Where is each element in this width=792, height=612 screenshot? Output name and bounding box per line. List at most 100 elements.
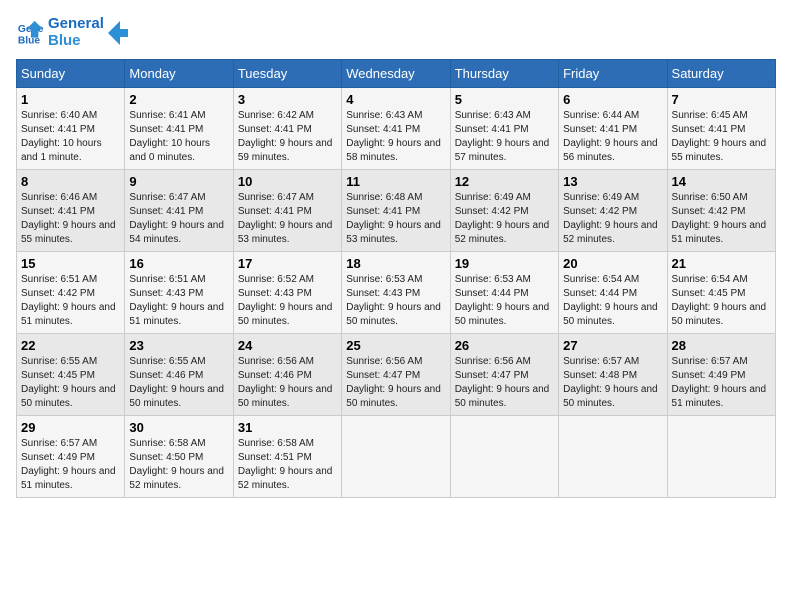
- day-number: 14: [672, 174, 771, 189]
- header-day-thursday: Thursday: [450, 60, 558, 88]
- day-number: 16: [129, 256, 228, 271]
- day-number: 26: [455, 338, 554, 353]
- calendar-header-row: SundayMondayTuesdayWednesdayThursdayFrid…: [17, 60, 776, 88]
- calendar-cell: 26 Sunrise: 6:56 AMSunset: 4:47 PMDayligh…: [450, 334, 558, 416]
- day-info: Sunrise: 6:53 AMSunset: 4:44 PMDaylight:…: [455, 273, 554, 329]
- calendar-cell: 25Sunrise: 6:56 AMSunset: 4:47 PMDayligh…: [342, 334, 450, 416]
- calendar-cell: 22 Sunrise: 6:55 AMSunset: 4:45 PMDayligh…: [17, 334, 125, 416]
- calendar-table: SundayMondayTuesdayWednesdayThursdayFrid…: [16, 59, 776, 498]
- day-info: Sunrise: 6:57 AMSunset: 4:49 PMDaylight:…: [21, 437, 120, 493]
- calendar-cell: 12 Sunrise: 6:49 AMSunset: 4:42 PMDayligh…: [450, 170, 558, 252]
- day-number: 12: [455, 174, 554, 189]
- calendar-cell: [667, 416, 775, 498]
- day-info: Sunrise: 6:40 AMSunset: 4:41 PMDaylight:…: [21, 109, 120, 165]
- calendar-cell: 31 Sunrise: 6:58 AMSunset: 4:51 PMDayligh…: [233, 416, 341, 498]
- calendar-cell: 1 Sunrise: 6:40 AMSunset: 4:41 PMDaylight…: [17, 88, 125, 170]
- day-number: 31: [238, 420, 337, 435]
- calendar-cell: 23 Sunrise: 6:55 AMSunset: 4:46 PMDayligh…: [125, 334, 233, 416]
- day-info: Sunrise: 6:56 AMSunset: 4:46 PMDaylight:…: [238, 355, 337, 411]
- day-number: 22: [21, 338, 120, 353]
- calendar-cell: 9 Sunrise: 6:47 AMSunset: 4:41 PMDaylight…: [125, 170, 233, 252]
- header: General Blue General Blue: [16, 16, 776, 49]
- header-day-monday: Monday: [125, 60, 233, 88]
- day-info: Sunrise: 6:52 AMSunset: 4:43 PMDaylight:…: [238, 273, 337, 329]
- day-info: Sunrise: 6:47 AMSunset: 4:41 PMDaylight:…: [129, 191, 228, 247]
- header-day-tuesday: Tuesday: [233, 60, 341, 88]
- day-info: Sunrise: 6:55 AMSunset: 4:46 PMDaylight:…: [129, 355, 228, 411]
- day-info: Sunrise: 6:55 AMSunset: 4:45 PMDaylight:…: [21, 355, 120, 411]
- day-number: 24: [238, 338, 337, 353]
- header-day-wednesday: Wednesday: [342, 60, 450, 88]
- calendar-cell: 24 Sunrise: 6:56 AMSunset: 4:46 PMDayligh…: [233, 334, 341, 416]
- day-number: 8: [21, 174, 120, 189]
- header-day-friday: Friday: [559, 60, 667, 88]
- calendar-week-row: 1 Sunrise: 6:40 AMSunset: 4:41 PMDaylight…: [17, 88, 776, 170]
- day-info: Sunrise: 6:57 AMSunset: 4:48 PMDaylight:…: [563, 355, 662, 411]
- calendar-cell: 13Sunrise: 6:49 AMSunset: 4:42 PMDayligh…: [559, 170, 667, 252]
- calendar-cell: 21 Sunrise: 6:54 AMSunset: 4:45 PMDayligh…: [667, 252, 775, 334]
- day-number: 9: [129, 174, 228, 189]
- day-info: Sunrise: 6:57 AMSunset: 4:49 PMDaylight:…: [672, 355, 771, 411]
- day-info: Sunrise: 6:49 AMSunset: 4:42 PMDaylight:…: [455, 191, 554, 247]
- day-number: 3: [238, 92, 337, 107]
- day-number: 21: [672, 256, 771, 271]
- day-info: Sunrise: 6:58 AMSunset: 4:51 PMDaylight:…: [238, 437, 337, 493]
- day-number: 6: [563, 92, 662, 107]
- day-info: Sunrise: 6:46 AMSunset: 4:41 PMDaylight:…: [21, 191, 120, 247]
- calendar-week-row: 22 Sunrise: 6:55 AMSunset: 4:45 PMDayligh…: [17, 334, 776, 416]
- day-number: 10: [238, 174, 337, 189]
- day-number: 19: [455, 256, 554, 271]
- day-number: 20: [563, 256, 662, 271]
- day-number: 23: [129, 338, 228, 353]
- calendar-cell: 17 Sunrise: 6:52 AMSunset: 4:43 PMDayligh…: [233, 252, 341, 334]
- day-info: Sunrise: 6:48 AMSunset: 4:41 PMDaylight:…: [346, 191, 445, 247]
- calendar-cell: 28Sunrise: 6:57 AMSunset: 4:49 PMDayligh…: [667, 334, 775, 416]
- day-info: Sunrise: 6:51 AMSunset: 4:43 PMDaylight:…: [129, 273, 228, 329]
- day-info: Sunrise: 6:43 AMSunset: 4:41 PMDaylight:…: [346, 109, 445, 165]
- header-day-saturday: Saturday: [667, 60, 775, 88]
- day-number: 17: [238, 256, 337, 271]
- day-info: Sunrise: 6:54 AMSunset: 4:45 PMDaylight:…: [672, 273, 771, 329]
- day-number: 5: [455, 92, 554, 107]
- day-info: Sunrise: 6:42 AMSunset: 4:41 PMDaylight:…: [238, 109, 337, 165]
- day-info: Sunrise: 6:58 AMSunset: 4:50 PMDaylight:…: [129, 437, 228, 493]
- day-number: 15: [21, 256, 120, 271]
- day-info: Sunrise: 6:56 AMSunset: 4:47 PMDaylight:…: [346, 355, 445, 411]
- logo: General Blue General Blue: [16, 16, 128, 49]
- calendar-cell: 4 Sunrise: 6:43 AMSunset: 4:41 PMDaylight…: [342, 88, 450, 170]
- calendar-cell: 8 Sunrise: 6:46 AMSunset: 4:41 PMDaylight…: [17, 170, 125, 252]
- calendar-week-row: 29 Sunrise: 6:57 AMSunset: 4:49 PMDayligh…: [17, 416, 776, 498]
- calendar-cell: 3 Sunrise: 6:42 AMSunset: 4:41 PMDaylight…: [233, 88, 341, 170]
- day-number: 7: [672, 92, 771, 107]
- calendar-week-row: 15 Sunrise: 6:51 AMSunset: 4:42 PMDayligh…: [17, 252, 776, 334]
- calendar-cell: [450, 416, 558, 498]
- day-info: Sunrise: 6:56 AMSunset: 4:47 PMDaylight:…: [455, 355, 554, 411]
- day-info: Sunrise: 6:53 AMSunset: 4:43 PMDaylight:…: [346, 273, 445, 329]
- calendar-week-row: 8 Sunrise: 6:46 AMSunset: 4:41 PMDaylight…: [17, 170, 776, 252]
- calendar-cell: 19 Sunrise: 6:53 AMSunset: 4:44 PMDayligh…: [450, 252, 558, 334]
- calendar-cell: 5 Sunrise: 6:43 AMSunset: 4:41 PMDaylight…: [450, 88, 558, 170]
- day-number: 1: [21, 92, 120, 107]
- calendar-cell: 7Sunrise: 6:45 AMSunset: 4:41 PMDaylight…: [667, 88, 775, 170]
- day-number: 27: [563, 338, 662, 353]
- day-info: Sunrise: 6:49 AMSunset: 4:42 PMDaylight:…: [563, 191, 662, 247]
- calendar-cell: 6Sunrise: 6:44 AMSunset: 4:41 PMDaylight…: [559, 88, 667, 170]
- calendar-cell: 2Sunrise: 6:41 AMSunset: 4:41 PMDaylight…: [125, 88, 233, 170]
- day-info: Sunrise: 6:43 AMSunset: 4:41 PMDaylight:…: [455, 109, 554, 165]
- logo-general: General: [48, 16, 104, 33]
- day-number: 11: [346, 174, 445, 189]
- logo-icon: General Blue: [16, 19, 44, 47]
- calendar-cell: [342, 416, 450, 498]
- day-info: Sunrise: 6:50 AMSunset: 4:42 PMDaylight:…: [672, 191, 771, 247]
- calendar-cell: 18 Sunrise: 6:53 AMSunset: 4:43 PMDayligh…: [342, 252, 450, 334]
- day-number: 4: [346, 92, 445, 107]
- day-number: 18: [346, 256, 445, 271]
- calendar-cell: 15 Sunrise: 6:51 AMSunset: 4:42 PMDayligh…: [17, 252, 125, 334]
- calendar-cell: 10Sunrise: 6:47 AMSunset: 4:41 PMDayligh…: [233, 170, 341, 252]
- calendar-cell: 20Sunrise: 6:54 AMSunset: 4:44 PMDayligh…: [559, 252, 667, 334]
- day-info: Sunrise: 6:51 AMSunset: 4:42 PMDaylight:…: [21, 273, 120, 329]
- logo-arrow-icon: [108, 21, 128, 45]
- day-number: 30: [129, 420, 228, 435]
- day-number: 29: [21, 420, 120, 435]
- calendar-cell: 11 Sunrise: 6:48 AMSunset: 4:41 PMDayligh…: [342, 170, 450, 252]
